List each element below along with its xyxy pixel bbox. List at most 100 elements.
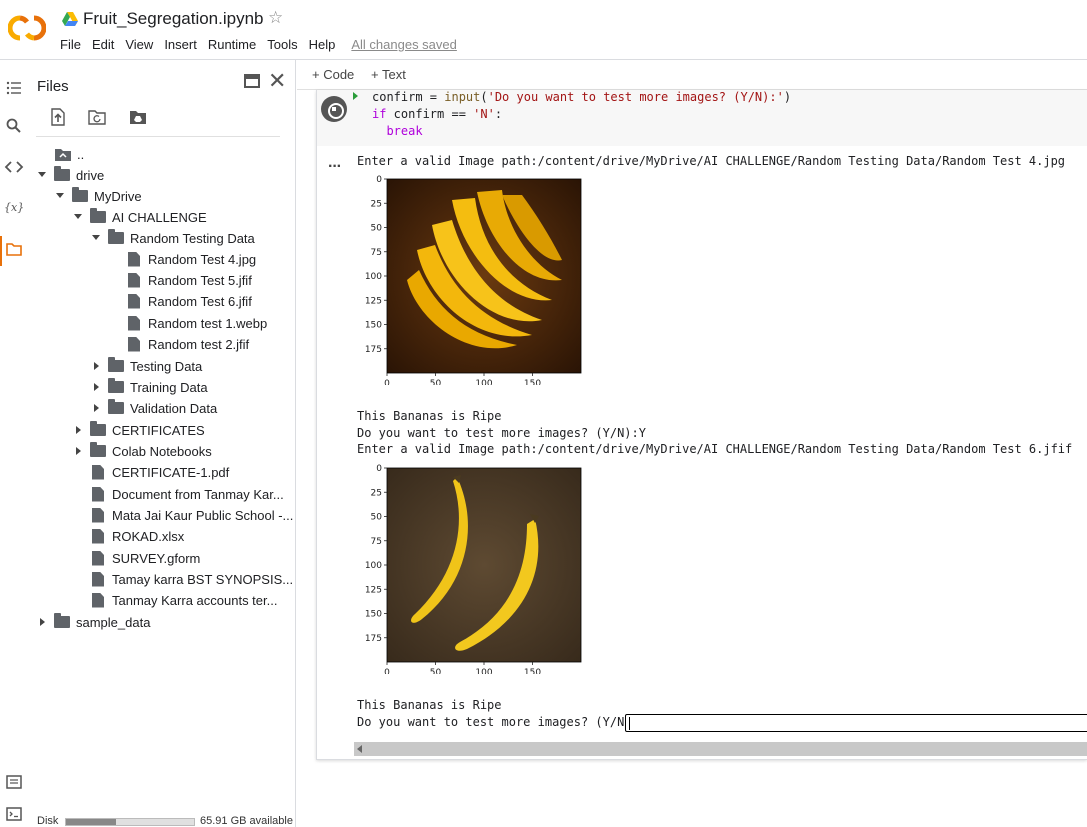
- menu-help[interactable]: Help: [309, 37, 336, 52]
- code-cell[interactable]: confirm = input('Do you want to test mor…: [316, 90, 1087, 760]
- chevron-down-icon[interactable]: [36, 169, 48, 181]
- tree-file[interactable]: Tanmay Karra accounts ter...: [90, 590, 277, 610]
- file-icon: [92, 507, 104, 523]
- tree-label: Random test 1.webp: [148, 315, 268, 331]
- tree-file[interactable]: Random test 1.webp: [126, 313, 267, 333]
- code-line: if confirm == 'N':: [372, 107, 503, 121]
- tree-folder-drive[interactable]: drive: [36, 165, 104, 185]
- menu-tools[interactable]: Tools: [267, 37, 297, 52]
- y-tick-label: 150: [365, 321, 382, 331]
- horizontal-scrollbar[interactable]: [354, 742, 1087, 756]
- upload-file-icon[interactable]: [49, 108, 67, 126]
- chevron-down-icon[interactable]: [90, 232, 102, 244]
- chevron-right-icon[interactable]: [90, 360, 102, 372]
- tree-label: Validation Data: [130, 400, 218, 416]
- menu-insert[interactable]: Insert: [164, 37, 197, 52]
- notebook-toolbar: + Code + Text: [297, 60, 1087, 90]
- y-tick-label: 50: [371, 513, 383, 523]
- y-tick-label: 125: [365, 585, 382, 595]
- tree-label: Tamay karra BST SYNOPSIS...: [112, 571, 294, 587]
- y-tick-label: 175: [365, 634, 382, 644]
- tree-folder-colab-notebooks[interactable]: Colab Notebooks: [72, 441, 212, 461]
- chevron-right-icon[interactable]: [36, 616, 48, 628]
- menu-view[interactable]: View: [125, 37, 153, 52]
- colab-logo[interactable]: [8, 14, 46, 42]
- x-tick-label: 100: [475, 668, 492, 674]
- x-tick-label: 0: [384, 379, 390, 385]
- disk-available: 65.91 GB available: [200, 815, 293, 827]
- image-plot-1: 0 25 50 75 100 125 150 175 0 50 100 150: [357, 170, 587, 385]
- open-in-tab-icon[interactable]: [244, 74, 260, 88]
- menu-file[interactable]: File: [60, 37, 81, 52]
- chevron-right-icon[interactable]: [72, 424, 84, 436]
- save-status[interactable]: All changes saved: [351, 37, 457, 52]
- variables-icon[interactable]: {x}: [4, 197, 24, 217]
- chevron-right-icon[interactable]: [90, 381, 102, 393]
- folder-icon: [108, 357, 124, 372]
- file-icon: [128, 251, 140, 267]
- stdin-input[interactable]: [625, 714, 1087, 732]
- folder-icon[interactable]: [4, 239, 24, 259]
- folder-icon: [108, 378, 124, 393]
- tree-label: AI CHALLENGE: [112, 209, 207, 225]
- refresh-folder-icon[interactable]: [88, 108, 106, 126]
- chevron-right-icon[interactable]: [90, 402, 102, 414]
- star-icon[interactable]: ☆: [268, 8, 283, 28]
- chevron-down-icon[interactable]: [72, 211, 84, 223]
- tree-file[interactable]: Random test 2.jfif: [126, 334, 249, 354]
- terminal-icon[interactable]: [4, 804, 24, 824]
- chevron-down-icon[interactable]: [54, 190, 66, 202]
- tree-label: ROKAD.xlsx: [112, 528, 185, 544]
- disk-usage-fill: [66, 819, 116, 825]
- file-icon: [128, 272, 140, 288]
- tree-file[interactable]: Tamay karra BST SYNOPSIS...: [90, 569, 293, 589]
- tree-label: Tanmay Karra accounts ter...: [112, 592, 278, 608]
- file-icon: [128, 336, 140, 352]
- output-text: This Bananas is Ripe: [357, 698, 502, 712]
- table-of-contents-icon[interactable]: [4, 78, 24, 98]
- tree-file[interactable]: Random Test 5.jfif: [126, 270, 252, 290]
- tree-file[interactable]: ROKAD.xlsx: [90, 526, 184, 546]
- disk-usage-bar: [65, 818, 195, 826]
- tree-folder-testing-data[interactable]: Testing Data: [90, 356, 202, 376]
- menu-runtime[interactable]: Runtime: [208, 37, 256, 52]
- code-snippets-icon[interactable]: [4, 157, 24, 177]
- tree-file[interactable]: CERTIFICATE-1.pdf: [90, 462, 229, 482]
- tree-label: Colab Notebooks: [112, 443, 212, 459]
- tree-label: Random Test 6.jfif: [148, 293, 252, 309]
- tree-file[interactable]: Random Test 4.jpg: [126, 249, 256, 269]
- scroll-left-icon[interactable]: [357, 745, 362, 753]
- menu-edit[interactable]: Edit: [92, 37, 114, 52]
- y-tick-label: 25: [371, 199, 382, 209]
- folder-icon: [108, 229, 124, 244]
- add-code-cell-button[interactable]: + Code: [312, 67, 354, 82]
- x-tick-label: 50: [430, 379, 442, 385]
- command-palette-icon[interactable]: [4, 772, 24, 792]
- tree-folder-certificates[interactable]: CERTIFICATES: [72, 420, 205, 440]
- tree-parent-dir[interactable]: ..: [55, 144, 84, 164]
- add-text-cell-button[interactable]: + Text: [371, 67, 406, 82]
- stop-execution-icon[interactable]: [321, 96, 347, 122]
- tree-file[interactable]: SURVEY.gform: [90, 548, 200, 568]
- notebook-title[interactable]: Fruit_Segregation.ipynb: [83, 9, 264, 29]
- chevron-right-icon[interactable]: [72, 445, 84, 457]
- tree-file[interactable]: Document from Tanmay Kar...: [90, 484, 284, 504]
- tree-folder-training-data[interactable]: Training Data: [90, 377, 208, 397]
- tree-folder-random-testing-data[interactable]: Random Testing Data: [90, 228, 255, 248]
- folder-icon: [90, 421, 106, 436]
- close-icon[interactable]: ✕: [268, 68, 286, 94]
- google-drive-icon[interactable]: [62, 12, 78, 26]
- tree-file[interactable]: Random Test 6.jfif: [126, 291, 252, 311]
- tree-folder-sample-data[interactable]: sample_data: [36, 612, 150, 632]
- search-icon[interactable]: [4, 116, 24, 136]
- tree-label: Random Test 4.jpg: [148, 251, 257, 267]
- tree-folder-validation-data[interactable]: Validation Data: [90, 398, 217, 418]
- code-editor[interactable]: confirm = input('Do you want to test mor…: [317, 90, 1087, 146]
- tree-file[interactable]: Mata Jai Kaur Public School -...: [90, 505, 293, 525]
- mount-drive-icon[interactable]: [129, 108, 147, 126]
- tree-folder-mydrive[interactable]: MyDrive: [54, 186, 142, 206]
- tree-label: SURVEY.gform: [112, 550, 201, 566]
- output-text: Do you want to test more images? (Y/N):Y: [357, 426, 646, 440]
- tree-folder-ai-challenge[interactable]: AI CHALLENGE: [72, 207, 207, 227]
- output-menu-icon[interactable]: ···: [328, 158, 342, 176]
